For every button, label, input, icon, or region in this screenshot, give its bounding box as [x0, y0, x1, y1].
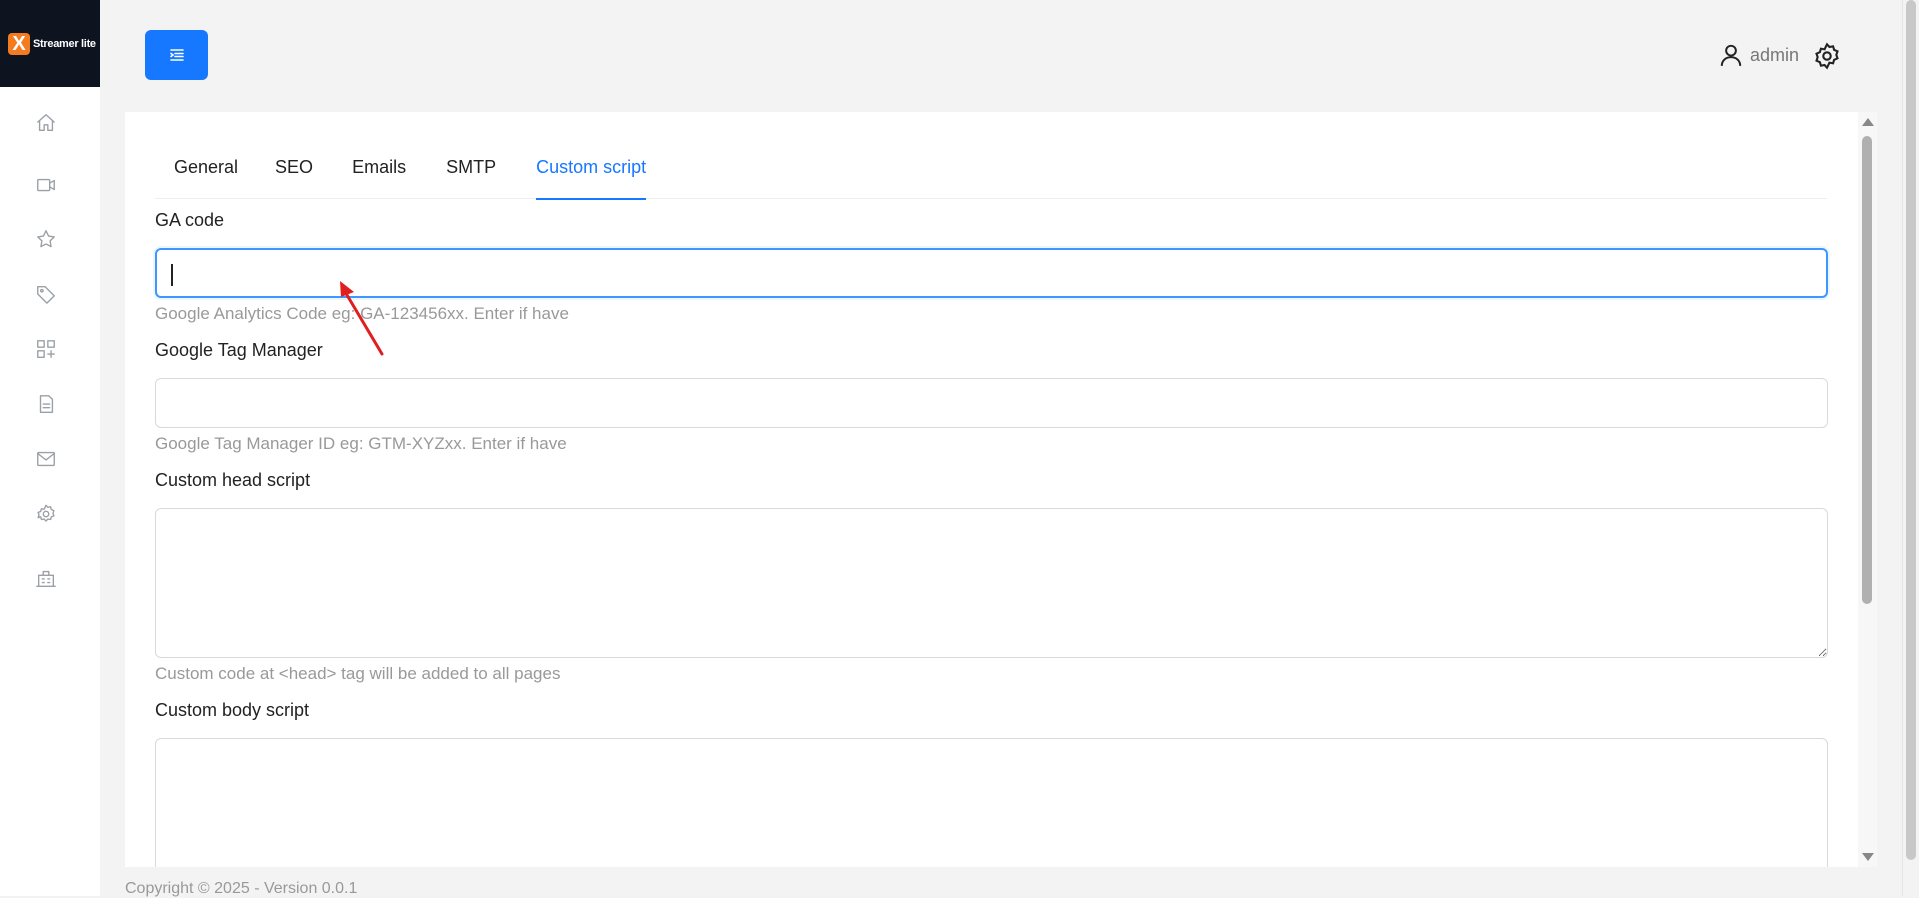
scroll-up-icon[interactable]: [1862, 118, 1874, 126]
sidebar-item-favorites[interactable]: [34, 227, 58, 251]
scroll-down-icon[interactable]: [1862, 853, 1874, 861]
settings-card: General SEO Emails SMTP Custom script GA…: [125, 112, 1877, 867]
gear-icon: [1815, 42, 1839, 70]
ga-code-input[interactable]: [155, 248, 1828, 298]
home-icon: [37, 114, 55, 132]
tab-general[interactable]: General: [174, 152, 238, 199]
sidebar-item-mail[interactable]: [34, 447, 58, 471]
page-scrollbar-thumb[interactable]: [1906, 0, 1916, 860]
sidebar-item-organization[interactable]: [34, 566, 58, 590]
mail-icon: [37, 451, 55, 467]
head-script-textarea[interactable]: [155, 508, 1828, 658]
ga-code-help: Google Analytics Code eg: GA-123456xx. E…: [155, 304, 569, 323]
card-scrollbar-thumb[interactable]: [1862, 136, 1872, 604]
apps-icon: [37, 340, 55, 358]
settings-icon: [37, 504, 55, 522]
sidebar: X Streamer lite: [0, 0, 100, 896]
header-settings-button[interactable]: [1813, 42, 1841, 70]
body-script-textarea[interactable]: [155, 738, 1828, 867]
user-menu[interactable]: admin: [1718, 42, 1799, 68]
head-script-label: Custom head script: [155, 470, 311, 490]
ga-code-label: GA code: [155, 210, 225, 230]
footer-copyright: Copyright © 2025 - Version 0.0.1: [125, 880, 358, 897]
sidebar-item-pages[interactable]: [34, 392, 58, 416]
body-script-label: Custom body script: [155, 700, 310, 720]
head-script-help: Custom code at <head> tag will be added …: [155, 664, 561, 683]
sidebar-item-home[interactable]: [34, 111, 58, 135]
gtm-label: Google Tag Manager: [155, 340, 323, 360]
gtm-input[interactable]: [155, 378, 1828, 428]
star-icon: [37, 230, 55, 248]
sidebar-item-tags[interactable]: [34, 282, 58, 306]
page-scrollbar[interactable]: [1902, 0, 1919, 896]
logo[interactable]: X Streamer lite: [0, 0, 100, 87]
logo-text: Streamer lite: [33, 37, 96, 50]
tab-emails[interactable]: Emails: [352, 152, 406, 199]
tab-smtp[interactable]: SMTP: [446, 152, 496, 199]
settings-tabs: General SEO Emails SMTP Custom script: [155, 152, 1827, 200]
building-icon: [36, 570, 56, 587]
user-name: admin: [1750, 44, 1800, 65]
tag-icon: [37, 285, 55, 304]
sidebar-item-categories[interactable]: [34, 337, 58, 361]
user-icon: [1720, 44, 1742, 66]
text-caret: [171, 264, 173, 286]
sidebar-item-settings[interactable]: [34, 502, 58, 526]
tab-seo[interactable]: SEO: [275, 152, 313, 199]
video-icon: [37, 178, 55, 192]
sidebar-item-videos[interactable]: [34, 173, 58, 197]
tab-custom-script[interactable]: Custom script: [536, 152, 647, 200]
menu-toggle-button[interactable]: [145, 30, 208, 80]
card-scrollbar[interactable]: [1858, 112, 1877, 867]
gtm-help: Google Tag Manager ID eg: GTM-XYZxx. Ent…: [155, 434, 567, 453]
logo-mark: X: [8, 32, 30, 55]
file-icon: [39, 395, 54, 413]
menu-fold-icon: [169, 49, 184, 61]
